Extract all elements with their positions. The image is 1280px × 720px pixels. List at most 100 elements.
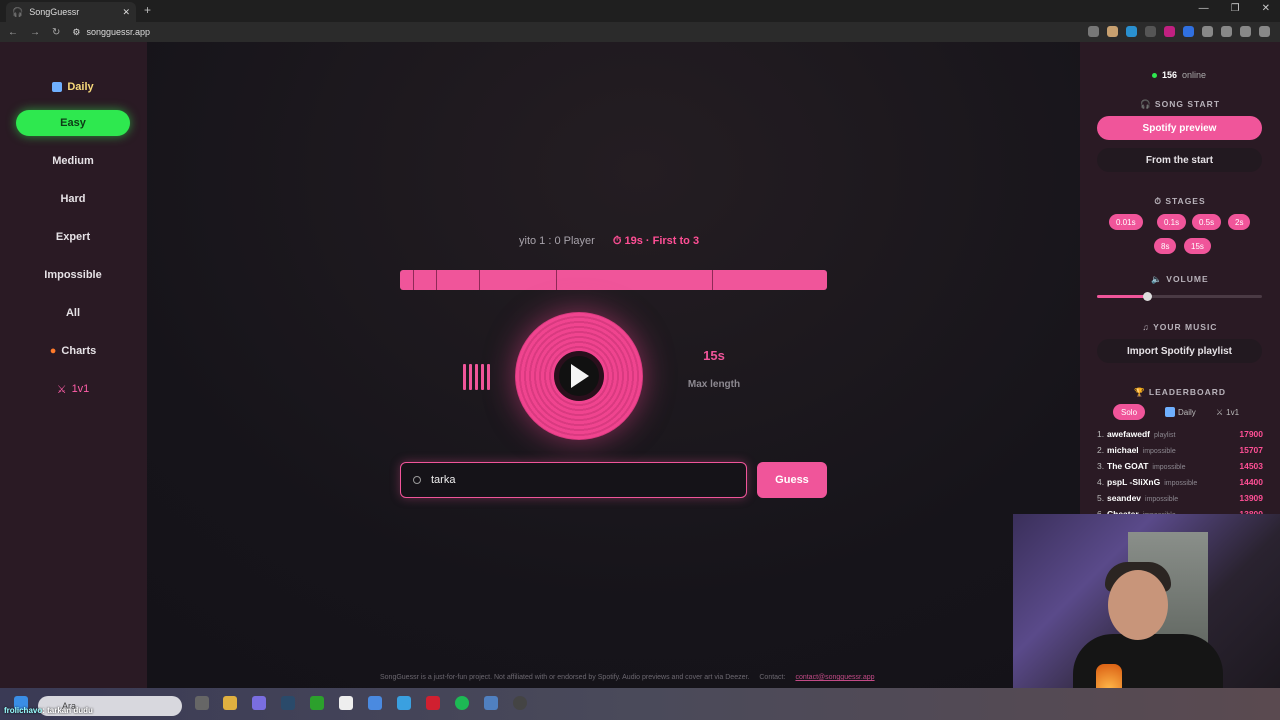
menu-icon[interactable] xyxy=(1259,26,1270,37)
browser-tabbar: 🎧 SongGuessr ✕ + — ❐ ✕ xyxy=(0,0,1280,22)
leaderboard-rank: 3. xyxy=(1097,461,1105,471)
guess-input[interactable] xyxy=(431,474,711,486)
leaderboard-mode: playlist xyxy=(1154,432,1176,439)
media-icon[interactable] xyxy=(1221,26,1232,37)
star-icon[interactable] xyxy=(1088,26,1099,37)
xbox-icon[interactable] xyxy=(310,696,324,710)
app-icon[interactable] xyxy=(484,696,498,710)
stage-button[interactable]: 8s xyxy=(1154,238,1177,254)
volume-fill xyxy=(1097,295,1147,298)
headphones-icon: 🎧 xyxy=(12,6,24,17)
address-bar: ← → ↻ ⚙ songguessr.app xyxy=(0,22,1280,42)
nav-medium[interactable]: Medium xyxy=(16,148,130,174)
import-playlist-button[interactable]: Import Spotify playlist xyxy=(1097,339,1262,363)
stage-button[interactable]: 2s xyxy=(1228,214,1251,230)
calendar-icon xyxy=(52,82,63,92)
play-button[interactable] xyxy=(515,312,643,440)
nav-impossible[interactable]: Impossible xyxy=(16,262,130,288)
stage-divider xyxy=(555,270,557,290)
leaderboard-row[interactable]: 4. pspL -SliXnG impossible 14400 xyxy=(1097,477,1263,487)
headphones-icon: 🎧 xyxy=(1139,99,1155,109)
chat-user: frolichavo xyxy=(4,706,43,715)
leaderboard-heading: 🏆 LEADERBOARD xyxy=(1133,387,1227,397)
stage-button[interactable]: 0.01s xyxy=(1109,214,1143,230)
forward-icon[interactable]: → xyxy=(30,27,40,38)
explorer-icon[interactable] xyxy=(223,696,237,710)
profile-icon[interactable] xyxy=(1240,26,1251,37)
edge-icon[interactable] xyxy=(397,696,411,710)
window-controls: — ❐ ✕ xyxy=(1199,3,1270,14)
reload-icon[interactable]: ↻ xyxy=(52,27,60,38)
tab-close-icon[interactable]: ✕ xyxy=(122,7,130,18)
url-text: songguessr.app xyxy=(86,27,151,37)
steam-icon[interactable] xyxy=(281,696,295,710)
app-icon[interactable] xyxy=(426,696,440,710)
max-length: 15s Max length xyxy=(672,348,756,390)
chrome-icon[interactable] xyxy=(513,696,527,710)
max-length-label: Max length xyxy=(687,379,741,390)
leaderboard-row[interactable]: 2. michael impossible 15707 xyxy=(1097,445,1263,455)
extension-icon[interactable] xyxy=(1164,26,1175,37)
search-icon xyxy=(413,476,421,484)
stage-divider xyxy=(412,270,414,290)
leaderboard-tab-daily[interactable]: Daily xyxy=(1157,404,1204,420)
tab-title: SongGuessr xyxy=(29,7,80,17)
match-score: yito 1 : 0 Player xyxy=(519,235,595,247)
spotify-icon[interactable] xyxy=(455,696,469,710)
nav-hard[interactable]: Hard xyxy=(16,186,130,212)
speaker-icon: 🔈 xyxy=(1151,274,1167,284)
footer-contact-label: Contact: xyxy=(759,674,786,681)
puzzle-icon[interactable] xyxy=(1202,26,1213,37)
nav-easy[interactable]: Easy xyxy=(16,110,130,136)
stage-button[interactable]: 0.1s xyxy=(1157,214,1187,230)
volume-knob[interactable] xyxy=(1142,292,1152,301)
volume-heading: 🔈 VOLUME xyxy=(1151,274,1209,284)
leaderboard-score: 14400 xyxy=(1239,477,1263,487)
nav-expert[interactable]: Expert xyxy=(16,224,130,250)
stage-button[interactable]: 0.5s xyxy=(1192,214,1222,230)
minimize-icon[interactable]: — xyxy=(1199,3,1209,14)
extension-icon[interactable] xyxy=(1107,26,1118,37)
extension-icon[interactable] xyxy=(1126,26,1137,37)
notion-icon[interactable] xyxy=(339,696,353,710)
fire-icon: ● xyxy=(49,345,57,357)
back-icon[interactable]: ← xyxy=(8,27,18,38)
leaderboard-mode: impossible xyxy=(1142,448,1176,455)
contact-link[interactable]: contact@songguessr.app xyxy=(795,674,874,681)
leaderboard-player-name: The GOAT xyxy=(1107,461,1149,471)
timer-icon: ⏱ xyxy=(612,235,622,247)
guess-search-box[interactable] xyxy=(400,462,747,498)
leaderboard-row[interactable]: 3. The GOAT impossible 14503 xyxy=(1097,461,1263,471)
restore-icon[interactable]: ❐ xyxy=(1231,3,1240,14)
task-view-icon[interactable] xyxy=(195,696,209,710)
extension-icon[interactable] xyxy=(1183,26,1194,37)
leaderboard-tab-solo[interactable]: Solo xyxy=(1113,404,1146,420)
music-note-icon: ♫ xyxy=(1142,322,1154,332)
extensions-bar xyxy=(1088,26,1270,37)
extension-icon[interactable] xyxy=(1145,26,1156,37)
from-start-button[interactable]: From the start xyxy=(1097,148,1262,172)
stage-divider xyxy=(436,270,438,290)
guess-button[interactable]: Guess xyxy=(757,462,827,498)
your-music-heading: ♫ YOUR MUSIC xyxy=(1142,322,1218,332)
max-length-value: 15s xyxy=(703,348,725,363)
nav-charts[interactable]: ● Charts xyxy=(16,338,130,364)
nav-daily[interactable]: Daily xyxy=(16,74,130,100)
site-info-icon[interactable]: ⚙ xyxy=(72,27,80,38)
leaderboard-tab-1v1[interactable]: ⚔ 1v1 xyxy=(1208,404,1247,420)
nav-all[interactable]: All xyxy=(16,300,130,326)
leaderboard-row[interactable]: 5. seandev impossible 13909 xyxy=(1097,493,1263,503)
stage-button[interactable]: 15s xyxy=(1184,238,1211,254)
url-field[interactable]: ⚙ songguessr.app xyxy=(72,27,150,38)
leaderboard-row[interactable]: 1. awefawedf playlist 17900 xyxy=(1097,429,1263,439)
nav-1v1[interactable]: ⚔ 1v1 xyxy=(16,376,130,402)
browser-tab[interactable]: 🎧 SongGuessr ✕ xyxy=(6,2,136,22)
discord-icon[interactable] xyxy=(252,696,266,710)
calendar-icon xyxy=(1165,407,1175,417)
spotify-preview-button[interactable]: Spotify preview xyxy=(1097,116,1262,140)
app-icon[interactable] xyxy=(368,696,382,710)
stage-divider xyxy=(711,270,713,290)
close-window-icon[interactable]: ✕ xyxy=(1262,3,1270,14)
volume-slider[interactable] xyxy=(1097,292,1262,301)
new-tab-icon[interactable]: + xyxy=(144,3,151,17)
